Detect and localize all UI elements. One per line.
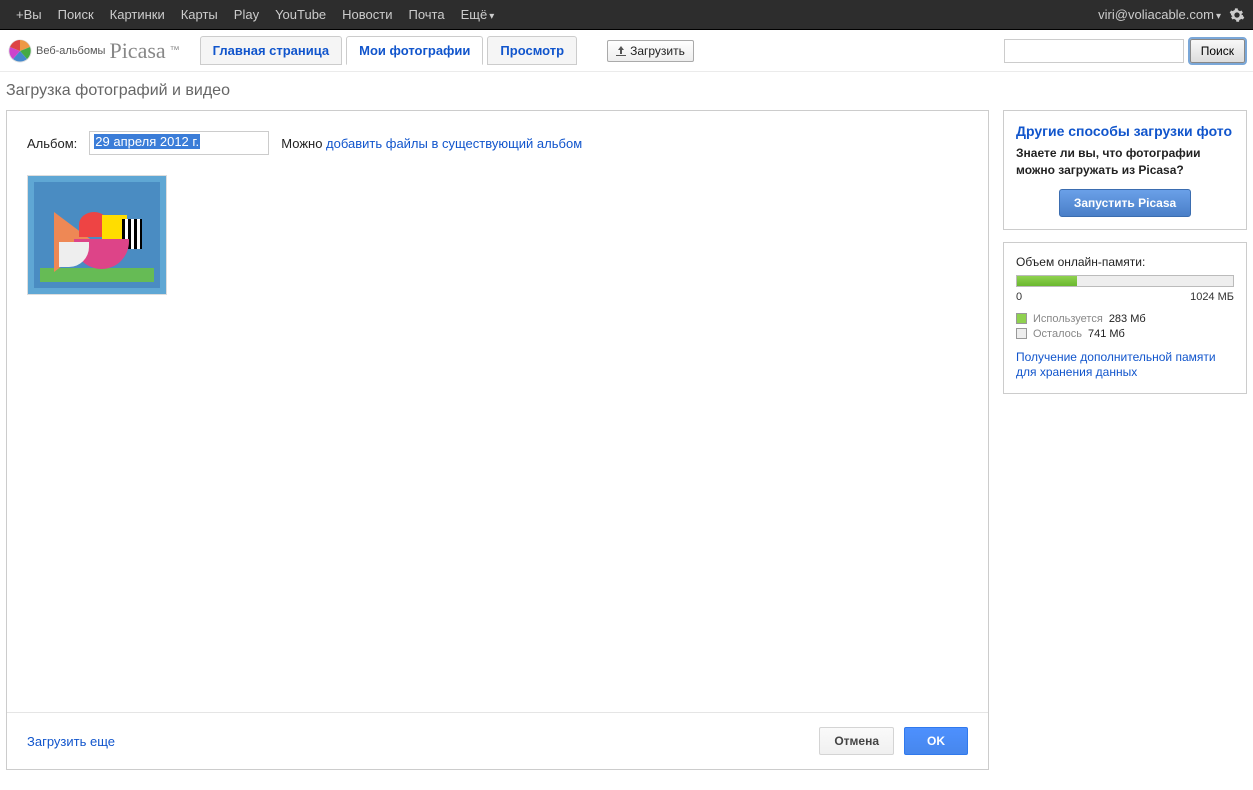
topbar-link-more[interactable]: Ещё	[453, 7, 503, 22]
logo-text-small: Веб-альбомы	[36, 45, 105, 57]
load-more-link[interactable]: Загрузить еще	[27, 734, 115, 749]
panel-footer: Загрузить еще Отмена OK	[7, 712, 988, 769]
more-storage-link[interactable]: Получение дополнительной памяти для хран…	[1016, 350, 1234, 381]
storage-box: Объем онлайн-памяти: 0 1024 МБ Используе…	[1003, 242, 1247, 394]
main-container: Альбом: 29 апреля 2012 г. Можно добавить…	[0, 110, 1253, 790]
topbar-link-news[interactable]: Новости	[334, 7, 400, 22]
storage-fill	[1017, 276, 1077, 286]
cancel-button[interactable]: Отмена	[819, 727, 894, 755]
topbar-user-area: viri@voliacable.com	[1098, 7, 1245, 23]
album-label: Альбом:	[27, 136, 77, 151]
page-title: Загрузка фотографий и видео	[0, 72, 1253, 110]
other-upload-title: Другие способы загрузки фото	[1016, 123, 1234, 139]
legend-left: Осталось 741 Мб	[1016, 328, 1234, 340]
tab-browse[interactable]: Просмотр	[487, 36, 577, 65]
storage-label: Объем онлайн-памяти:	[1016, 255, 1234, 269]
other-upload-text: Знаете ли вы, что фотографии можно загру…	[1016, 145, 1234, 179]
album-name-value: 29 апреля 2012 г.	[94, 134, 200, 149]
storage-scale-max: 1024 МБ	[1190, 291, 1234, 303]
album-row: Альбом: 29 апреля 2012 г. Можно добавить…	[27, 131, 968, 155]
google-topbar: +Вы Поиск Картинки Карты Play YouTube Но…	[0, 0, 1253, 30]
logo-area[interactable]: Веб-альбомы Picasa™	[8, 38, 180, 64]
sidebar: Другие способы загрузки фото Знаете ли в…	[1003, 110, 1247, 770]
tab-home[interactable]: Главная страница	[200, 36, 342, 65]
user-email-menu[interactable]: viri@voliacable.com	[1098, 7, 1221, 22]
topbar-link-youtube[interactable]: YouTube	[267, 7, 334, 22]
picasa-icon	[8, 39, 32, 63]
upload-button-label: Загрузить	[630, 44, 685, 58]
topbar-link-search[interactable]: Поиск	[50, 7, 102, 22]
topbar-link-plus-you[interactable]: +Вы	[8, 7, 50, 22]
legend-used: Используется 283 Мб	[1016, 313, 1234, 325]
ok-button[interactable]: OK	[904, 727, 968, 755]
legend-left-label: Осталось	[1033, 328, 1082, 340]
album-name-input[interactable]: 29 апреля 2012 г.	[89, 131, 269, 155]
album-can-text: Можно добавить файлы в существующий альб…	[281, 136, 582, 151]
add-to-existing-link[interactable]: добавить файлы в существующий альбом	[326, 136, 582, 151]
legend-used-label: Используется	[1033, 313, 1103, 325]
footer-buttons: Отмена OK	[819, 727, 968, 755]
tab-my-photos[interactable]: Мои фотографии	[346, 36, 483, 65]
storage-bar	[1016, 275, 1234, 287]
search-button[interactable]: Поиск	[1190, 39, 1245, 63]
upload-icon	[616, 46, 626, 56]
header-search-area: Поиск	[1004, 39, 1245, 63]
gear-icon[interactable]	[1229, 7, 1245, 23]
topbar-link-mail[interactable]: Почта	[401, 7, 453, 22]
launch-picasa-button[interactable]: Запустить Picasa	[1059, 189, 1191, 217]
photo-thumbnail[interactable]	[27, 175, 167, 295]
storage-scale: 0 1024 МБ	[1016, 291, 1234, 303]
topbar-link-images[interactable]: Картинки	[102, 7, 173, 22]
upload-content: Альбом: 29 апреля 2012 г. Можно добавить…	[7, 111, 988, 712]
legend-used-value: 283 Мб	[1109, 313, 1146, 325]
topbar-links: +Вы Поиск Картинки Карты Play YouTube Но…	[8, 7, 502, 22]
topbar-link-maps[interactable]: Карты	[173, 7, 226, 22]
nav-tabs: Главная страница Мои фотографии Просмотр	[200, 36, 577, 65]
other-upload-box: Другие способы загрузки фото Знаете ли в…	[1003, 110, 1247, 230]
legend-left-value: 741 Мб	[1088, 328, 1125, 340]
upload-button[interactable]: Загрузить	[607, 40, 694, 62]
upload-panel: Альбом: 29 апреля 2012 г. Можно добавить…	[6, 110, 989, 770]
storage-scale-min: 0	[1016, 291, 1022, 303]
topbar-link-play[interactable]: Play	[226, 7, 267, 22]
search-input[interactable]	[1004, 39, 1184, 63]
legend-square-used-icon	[1016, 313, 1027, 324]
app-header: Веб-альбомы Picasa™ Главная страница Мои…	[0, 30, 1253, 72]
legend-square-left-icon	[1016, 328, 1027, 339]
logo-text-big: Picasa	[109, 38, 165, 64]
